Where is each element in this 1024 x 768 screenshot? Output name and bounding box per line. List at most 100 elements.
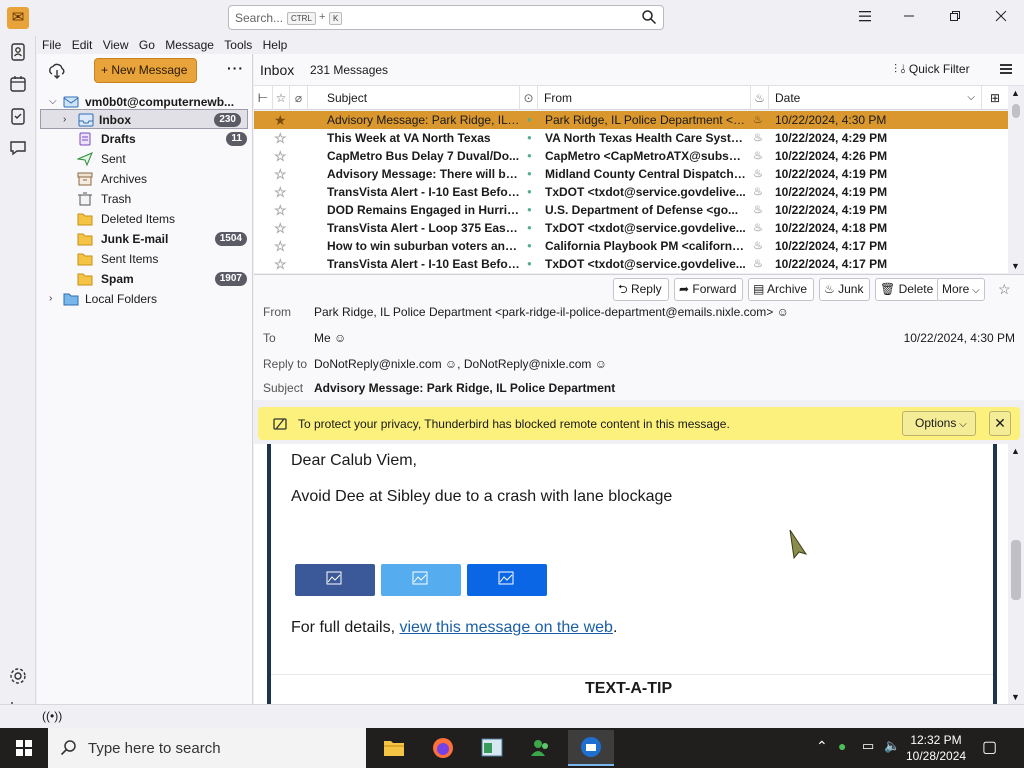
close-notification-button[interactable]: ✕ [989, 411, 1011, 436]
star-icon[interactable]: ☆ [274, 201, 288, 219]
global-search-input[interactable]: Search... CTRL + K [228, 5, 664, 30]
chevron-right-icon[interactable]: › [63, 110, 66, 130]
star-icon[interactable]: ☆ [274, 129, 288, 147]
delete-button[interactable]: 🗑 Delete [875, 278, 941, 301]
chevron-up-icon[interactable]: ⌃ [816, 738, 828, 755]
unread-dot-icon[interactable]: ● [527, 201, 535, 219]
to-address[interactable]: Me [314, 331, 331, 345]
star-icon[interactable]: ☆ [274, 255, 288, 273]
folder-inbox[interactable]: › Inbox 230 [40, 109, 248, 129]
folder-trash[interactable]: Trash [37, 189, 253, 209]
scroll-up-icon[interactable]: ▲ [1011, 88, 1020, 98]
firefox-taskbar-button[interactable] [423, 732, 463, 764]
table-row[interactable]: ☆ How to win suburban voters and... ● Calif… [254, 237, 1008, 255]
scroll-up-icon[interactable]: ▲ [1011, 446, 1020, 456]
table-row[interactable]: ☆ DOD Remains Engaged in Hurric... ● U.S. D… [254, 201, 1008, 219]
more-button[interactable]: More ⌵ [937, 278, 985, 301]
folder-sent-items[interactable]: Sent Items [37, 249, 253, 269]
menu-file[interactable]: File [42, 36, 61, 54]
star-icon[interactable]: ★ [274, 111, 288, 129]
junk-status-icon[interactable]: ♨ [753, 147, 767, 165]
reply-to-address[interactable]: DoNotReply@nixle.com [464, 357, 592, 371]
taskbar-clock[interactable]: 12:32 PM 10/28/2024 [906, 732, 966, 764]
junk-status-icon[interactable]: ♨ [753, 219, 767, 237]
from-value[interactable]: Park Ridge, IL Police Department <park-r… [314, 305, 789, 319]
unread-dot-icon[interactable]: ● [527, 147, 535, 165]
display-options-icon[interactable] [998, 61, 1014, 77]
folder-deleted-items[interactable]: Deleted Items [37, 209, 253, 229]
junk-status-icon[interactable]: ♨ [753, 255, 767, 273]
view-on-web-link[interactable]: view this message on the web [400, 619, 613, 636]
app-menu-button[interactable] [842, 0, 888, 34]
junk-button[interactable]: ♨ Junk [819, 278, 871, 301]
folder-pane-more-button[interactable]: ··· [227, 60, 244, 76]
table-row[interactable]: ☆ This Week at VA North Texas ● VA North Te… [254, 129, 1008, 147]
online-status-icon[interactable]: ((•)) [42, 709, 62, 723]
address-book-icon[interactable] [8, 42, 28, 62]
unread-dot-icon[interactable]: ● [527, 111, 535, 129]
table-row[interactable]: ☆ TransVista Alert - I-10 East Befor... ● T… [254, 255, 1008, 273]
scroll-down-icon[interactable]: ▼ [1011, 261, 1020, 271]
scroll-down-icon[interactable]: ▼ [1011, 692, 1020, 702]
people-tray-icon[interactable]: ● [838, 738, 846, 754]
to-value[interactable]: Me ☺ [314, 331, 346, 345]
thread-list-scrollbar[interactable]: ▲ ▼ [1008, 86, 1024, 273]
unread-dot-icon[interactable]: ● [527, 219, 535, 237]
unread-dot-icon[interactable]: ● [527, 255, 535, 273]
menu-view[interactable]: View [103, 36, 129, 54]
search-icon[interactable] [641, 9, 657, 25]
unread-dot-icon[interactable]: ● [527, 183, 535, 201]
folder-junk-email[interactable]: Junk E-mail 1504 [37, 229, 253, 249]
taskbar-search-box[interactable]: Type here to search [48, 728, 366, 768]
folder-archives[interactable]: Archives [37, 169, 253, 189]
junk-status-icon[interactable]: ♨ [753, 111, 767, 129]
thunderbird-taskbar-button[interactable] [568, 730, 614, 766]
reply-to-value[interactable]: DoNotReply@nixle.com ☺, DoNotReply@nixle… [314, 357, 607, 371]
subject-column-header[interactable]: Subject [308, 86, 520, 110]
star-icon[interactable]: ☆ [274, 219, 288, 237]
chevron-right-icon[interactable]: › [49, 289, 52, 309]
unread-dot-icon[interactable]: ● [527, 129, 535, 147]
star-column-icon[interactable]: ☆ [273, 86, 290, 110]
tasks-icon[interactable] [8, 106, 28, 126]
minimize-button[interactable] [886, 0, 932, 34]
star-icon[interactable]: ☆ [274, 165, 288, 183]
start-button[interactable] [0, 728, 48, 768]
options-button[interactable]: Options ⌵ [902, 411, 976, 436]
thunderbird-mail-icon[interactable]: ✉ [7, 7, 29, 29]
restore-button[interactable] [932, 0, 978, 34]
table-row[interactable]: ☆ TransVista Alert - Loop 375 East ... ● Tx… [254, 219, 1008, 237]
junk-status-icon[interactable]: ♨ [753, 165, 767, 183]
menu-help[interactable]: Help [263, 36, 288, 54]
share-button[interactable] [467, 564, 547, 596]
folder-spam[interactable]: Spam 1907 [37, 269, 253, 289]
scrollbar-thumb[interactable] [1011, 540, 1021, 600]
junk-status-icon[interactable]: ♨ [753, 201, 767, 219]
contact-icon[interactable]: ☺ [334, 331, 346, 345]
star-icon[interactable]: ☆ [274, 147, 288, 165]
network-icon[interactable]: ▭ [862, 738, 874, 754]
get-messages-icon[interactable] [47, 62, 67, 80]
star-icon[interactable]: ☆ [274, 237, 288, 255]
junk-status-icon[interactable]: ♨ [753, 183, 767, 201]
junk-status-icon[interactable]: ♨ [753, 129, 767, 147]
table-row[interactable]: ☆ CapMetro Bus Delay 7 Duval/Do... ● CapMet… [254, 147, 1008, 165]
table-row[interactable]: ☆ Advisory Message: There will be ... ● Mid… [254, 165, 1008, 183]
volume-icon[interactable]: 🔈 [884, 738, 900, 754]
menu-tools[interactable]: Tools [224, 36, 252, 54]
table-row[interactable]: ★ Advisory Message: Park Ridge, IL P... ● P… [254, 111, 1008, 129]
task-manager-taskbar-button[interactable] [472, 732, 512, 764]
from-address[interactable]: Park Ridge, IL Police Department <park-r… [314, 305, 773, 319]
menu-message[interactable]: Message [165, 36, 214, 54]
menu-go[interactable]: Go [139, 36, 155, 54]
contact-icon[interactable]: ☺ [445, 357, 457, 371]
local-folders-row[interactable]: › Local Folders [37, 289, 253, 309]
junk-column-icon[interactable]: ♨ [751, 86, 769, 110]
quick-filter-button[interactable]: ⫶ ⫰ Quick Filter [894, 62, 970, 77]
notification-center-icon[interactable]: ▢ [982, 737, 997, 757]
contact-icon[interactable]: ☺ [777, 305, 789, 319]
date-column-header[interactable]: Date ⌵ [769, 86, 982, 110]
attachment-column-icon[interactable]: ⌀ [290, 86, 308, 110]
message-body-scrollbar[interactable]: ▲ ▼ [1008, 444, 1024, 704]
unread-dot-icon[interactable]: ● [527, 165, 535, 183]
